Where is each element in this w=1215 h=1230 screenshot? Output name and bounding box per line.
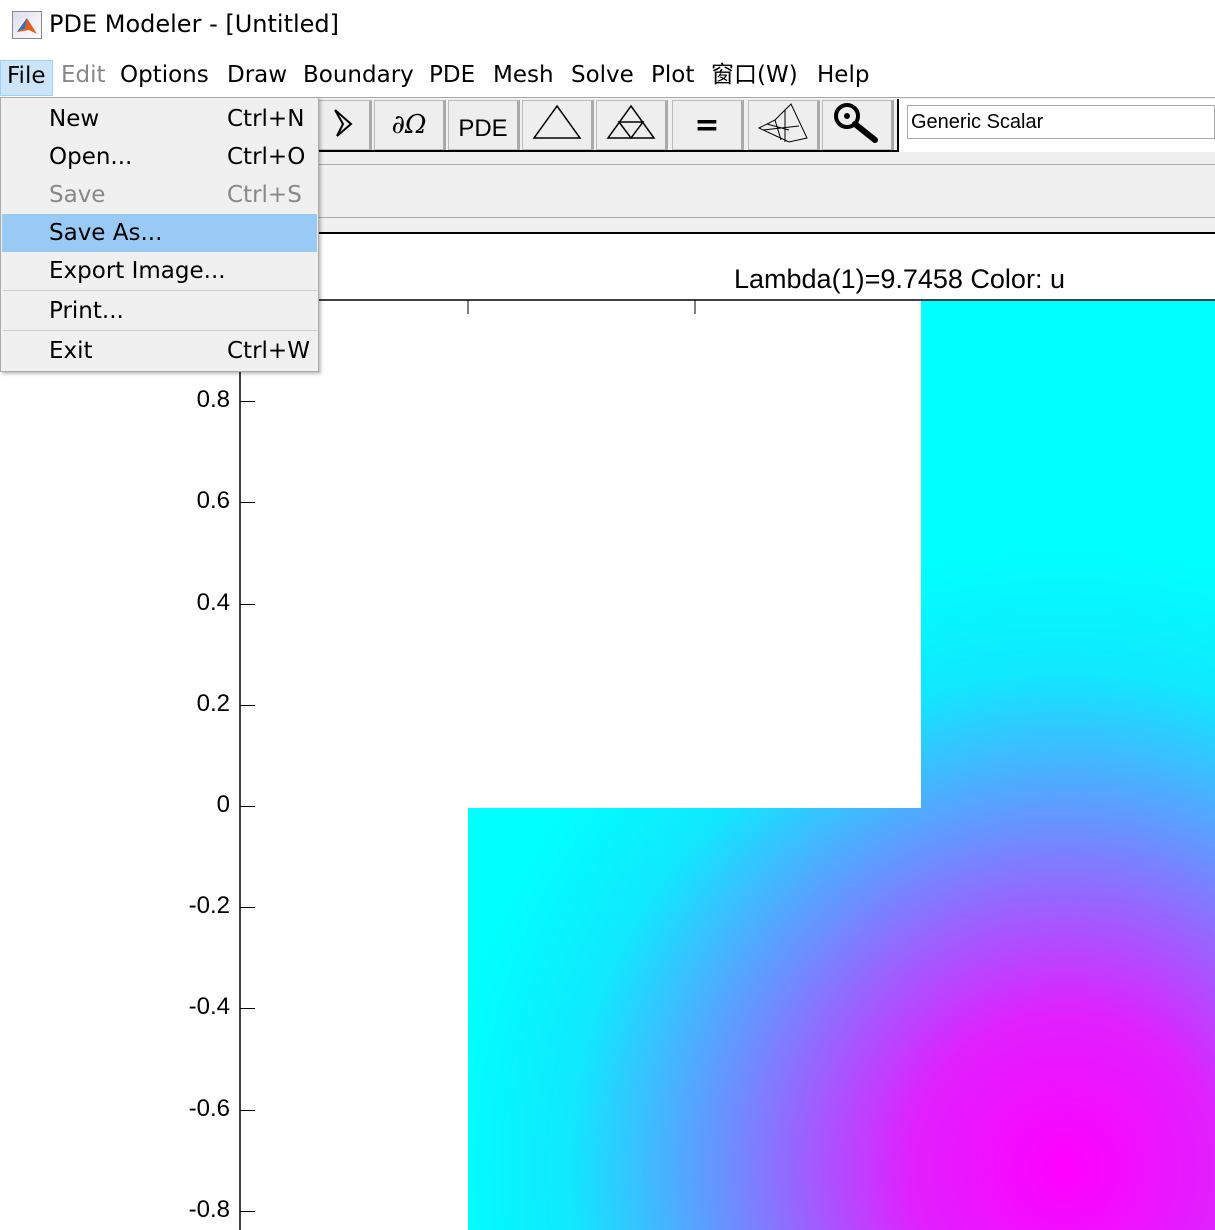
file-menu-dropdown: New Ctrl+N Open... Ctrl+O Save Ctrl+S Save … <box>0 97 319 372</box>
title-bar: PDE Modeler - [Untitled] <box>0 0 1215 50</box>
l-shaped-domain <box>468 301 1215 1230</box>
menu-separator <box>3 290 317 291</box>
plot-surface-icon <box>755 100 811 151</box>
menu-boundary[interactable]: Boundary <box>297 60 420 96</box>
y-tick-label: 0.6 <box>196 487 230 515</box>
application-mode-value: Generic Scalar <box>907 105 1215 139</box>
menu-mesh[interactable]: Mesh <box>487 60 560 96</box>
y-tick <box>240 603 255 605</box>
y-tick <box>240 1008 255 1010</box>
pde-button[interactable]: PDE <box>448 100 520 150</box>
plot-button[interactable] <box>748 100 820 150</box>
application-mode-dropdown[interactable]: Generic Scalar <box>897 99 1215 152</box>
y-tick-label: -0.4 <box>188 993 230 1021</box>
menu-bar: File Edit Options Draw Boundary PDE Mesh… <box>0 52 1215 96</box>
menu-item-print[interactable]: Print... <box>2 292 317 330</box>
y-tick-label: -0.8 <box>188 1195 230 1223</box>
solve-equals-icon: = <box>694 107 720 143</box>
menu-item-open[interactable]: Open... Ctrl+O <box>2 138 317 176</box>
label: Open... <box>49 144 133 170</box>
label: Export Image... <box>49 258 226 284</box>
refine-mesh-icon <box>604 102 658 149</box>
boundary-icon: ∂Ω <box>391 110 427 140</box>
solve-button[interactable]: = <box>672 100 744 150</box>
menu-help[interactable]: Help <box>811 60 875 96</box>
window-title: PDE Modeler - [Untitled] <box>49 10 340 38</box>
menu-solve[interactable]: Solve <box>565 60 640 96</box>
refine-mesh-button[interactable] <box>596 100 668 150</box>
mesh-triangle-icon <box>530 102 584 149</box>
label: Exit <box>49 338 93 364</box>
y-tick-label: -0.6 <box>188 1094 230 1122</box>
y-tick-label: 0.4 <box>196 588 230 616</box>
menu-plot[interactable]: Plot <box>645 60 700 96</box>
plot-canvas[interactable] <box>0 232 1215 1230</box>
menu-draw[interactable]: Draw <box>221 60 293 96</box>
menu-edit[interactable]: Edit <box>55 60 112 96</box>
menu-item-save-as[interactable]: Save As... <box>2 214 317 252</box>
y-tick <box>240 502 255 504</box>
plot-title: Lambda(1)=9.7458 Color: u <box>734 264 1065 294</box>
shortcut: Ctrl+O <box>227 144 306 170</box>
matlab-logo-icon <box>12 11 42 39</box>
menu-window[interactable]: 窗口(W) <box>705 60 804 96</box>
y-tick-label: 0.2 <box>196 689 230 717</box>
y-tick-label: 0 <box>216 791 230 818</box>
menu-options[interactable]: Options <box>114 60 215 96</box>
label: Print... <box>49 298 124 324</box>
zoom-icon <box>829 100 885 151</box>
shortcut: Ctrl+W <box>227 338 310 364</box>
menu-item-exit[interactable]: Exit Ctrl+W <box>2 332 317 370</box>
shortcut: Ctrl+N <box>227 106 305 132</box>
y-tick <box>240 907 255 909</box>
y-tick <box>240 1210 255 1212</box>
boundary-mode-button[interactable]: ∂Ω <box>374 100 446 150</box>
y-tick-label: 0.8 <box>196 386 230 414</box>
menu-pde[interactable]: PDE <box>423 60 481 96</box>
mesh-button[interactable] <box>522 100 594 150</box>
label: Save As... <box>49 220 163 246</box>
menu-separator <box>3 330 317 331</box>
y-tick <box>240 1109 255 1111</box>
y-tick-label: -0.2 <box>188 892 230 920</box>
menu-file[interactable]: File <box>0 60 53 96</box>
shortcut: Ctrl+S <box>227 182 302 208</box>
zoom-button[interactable] <box>822 100 894 150</box>
y-tick <box>240 806 255 807</box>
y-tick <box>240 704 255 706</box>
y-tick <box>240 401 255 403</box>
label: New <box>49 106 100 132</box>
polygon-icon <box>315 104 355 147</box>
menu-item-save[interactable]: Save Ctrl+S <box>2 176 317 214</box>
solution-plot <box>239 299 1215 1230</box>
menu-item-new[interactable]: New Ctrl+N <box>2 100 317 138</box>
label: Save <box>49 182 106 208</box>
menu-item-export-image[interactable]: Export Image... <box>2 252 317 290</box>
